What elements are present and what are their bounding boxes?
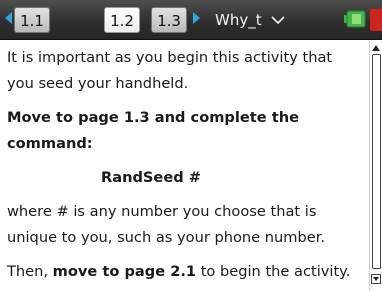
command-text: RandSeed # — [101, 169, 201, 186]
intro-line-1: It is important as you begin this activi… — [7, 49, 333, 66]
scroll-thumb[interactable] — [372, 54, 381, 269]
where-line-2: unique to you, such as your phone number… — [7, 229, 326, 246]
tab-bar: 1.1 1.2 1.3 Why_t — [0, 0, 382, 40]
tab-page-1-3[interactable]: 1.3 — [151, 7, 187, 33]
scroll-up-arrow-icon[interactable] — [372, 45, 380, 51]
vertical-scrollbar[interactable] — [369, 41, 382, 291]
nav-right-arrow-icon[interactable] — [193, 12, 200, 24]
where-line-1: where # is any number you choose that is — [7, 203, 317, 220]
then-prefix: Then, — [7, 263, 53, 280]
then-line: Then, move to page 2.1 to begin the acti… — [7, 259, 368, 285]
chevron-down-icon[interactable] — [270, 12, 286, 28]
document-content: It is important as you begin this activi… — [0, 41, 368, 291]
close-icon[interactable] — [370, 9, 382, 31]
heading-line-1: Move to page 1.3 and complete the — [7, 109, 299, 126]
nav-left-arrow-icon[interactable] — [5, 12, 12, 24]
document-title[interactable]: Why_t — [215, 9, 262, 31]
tab-page-1-2[interactable]: 1.2 — [104, 7, 140, 33]
heading-line-2: command: — [7, 135, 93, 152]
battery-icon — [344, 10, 366, 28]
tab-page-1-1[interactable]: 1.1 — [14, 7, 50, 33]
then-bold: move to page 2.1 — [52, 263, 197, 280]
intro-line-2: you seed your handheld. — [7, 75, 189, 92]
scroll-down-arrow-icon[interactable] — [371, 274, 381, 284]
then-suffix: to begin the activity. — [196, 263, 351, 280]
